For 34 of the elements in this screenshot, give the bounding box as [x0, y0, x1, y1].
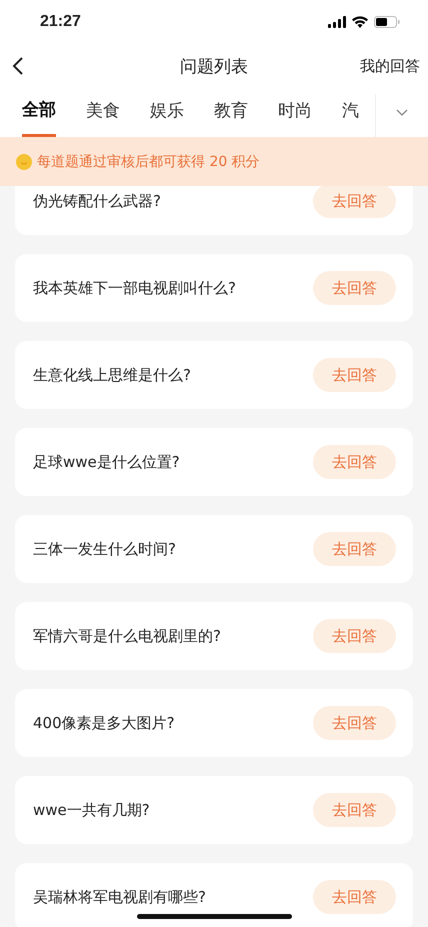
answer-button[interactable]: 去回答 [313, 186, 396, 218]
signal-icon [328, 16, 346, 28]
question-title: wwe一共有几期? [33, 800, 150, 820]
battery-icon [374, 16, 400, 28]
category-tab[interactable]: 娱乐 [150, 94, 184, 137]
category-tab[interactable]: 汽 [342, 94, 359, 137]
wifi-icon [352, 16, 368, 28]
answer-button[interactable]: 去回答 [313, 706, 396, 740]
back-icon [12, 56, 24, 76]
answer-button[interactable]: 去回答 [313, 532, 396, 566]
question-title: 吴瑞林将军电视剧有哪些? [33, 888, 206, 906]
answer-button[interactable]: 去回答 [313, 445, 396, 479]
answer-button[interactable]: 去回答 [313, 793, 396, 827]
answer-button[interactable]: 去回答 [313, 619, 396, 653]
category-tab[interactable]: 美食 [86, 94, 120, 137]
category-tab[interactable]: 时尚 [278, 94, 312, 137]
answer-button[interactable]: 去回答 [313, 358, 396, 392]
status-time: 21:27 [40, 13, 81, 31]
question-title: 伪光铸配什么武器? [33, 192, 161, 210]
question-title: 400像素是多大图片? [33, 714, 175, 732]
answer-button[interactable]: 去回答 [313, 271, 396, 305]
back-button[interactable] [12, 56, 24, 76]
category-tab[interactable]: 教育 [214, 94, 248, 137]
page-title: 问题列表 [180, 56, 248, 78]
coin-icon [16, 154, 32, 170]
answer-button[interactable]: 去回答 [313, 880, 396, 914]
question-title: 三体一发生什么时间? [33, 540, 176, 558]
question-title: 我本英雄下一部电视剧叫什么? [33, 278, 236, 298]
question-title: 足球wwe是什么位置? [33, 452, 180, 472]
question-title: 军情六哥是什么电视剧里的? [33, 626, 221, 646]
my-answers-link[interactable]: 我的回答 [360, 56, 420, 76]
points-notice: 每道题通过审核后都可获得 20 积分 [37, 152, 260, 170]
question-title: 生意化线上思维是什么? [33, 366, 191, 384]
chevron-down-icon [396, 108, 408, 116]
